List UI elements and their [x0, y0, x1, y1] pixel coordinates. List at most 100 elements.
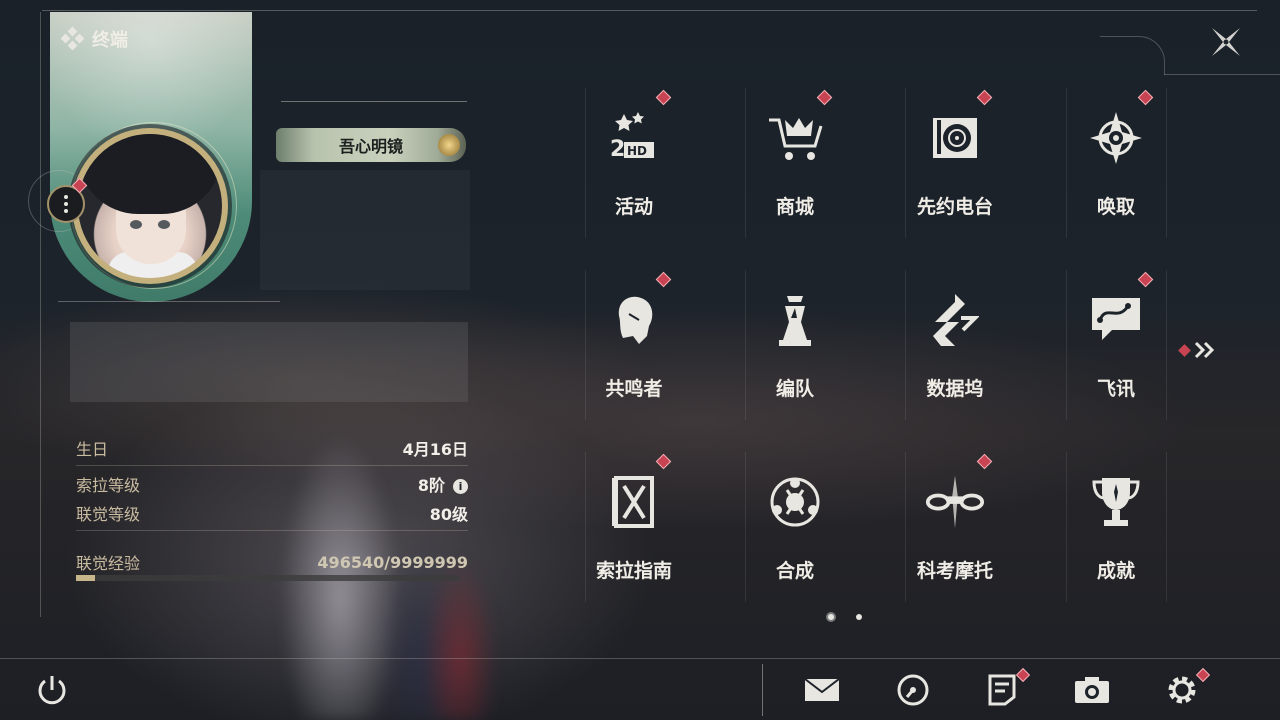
resonator-portrait-icon	[604, 290, 664, 350]
menu-item-label: 编队	[775, 378, 814, 400]
notification-dot	[655, 271, 672, 288]
notification-dot	[976, 453, 993, 470]
grid-divider	[1166, 270, 1167, 420]
notification-dot	[816, 89, 833, 106]
compass-star-icon	[1086, 108, 1146, 168]
close-button[interactable]	[1206, 22, 1246, 62]
menu-item[interactable]: 共鸣者	[574, 270, 694, 420]
frame-left-line	[40, 12, 41, 617]
next-page-button[interactable]	[1178, 338, 1224, 362]
camera-icon	[1075, 677, 1109, 703]
menu-item-label: 合成	[775, 560, 814, 582]
title-badge-label: 吾心明镜	[338, 137, 403, 156]
svg-text:2: 2	[610, 137, 625, 162]
terminal-icon	[60, 26, 85, 51]
menu-item-label: 唤取	[1096, 196, 1135, 218]
notification-dot	[1137, 271, 1154, 288]
clock-dial-icon	[897, 674, 929, 706]
menu-item[interactable]: 唤取	[1056, 88, 1176, 238]
info-icon[interactable]: i	[453, 479, 468, 494]
grid-divider	[905, 452, 906, 602]
notification-dot	[976, 89, 993, 106]
header: 终端	[60, 26, 128, 52]
menu-item-label: 科考摩托	[916, 560, 993, 582]
page-indicator	[828, 614, 862, 620]
menu-item-label: 数据坞	[926, 378, 984, 400]
grid-divider	[585, 88, 586, 238]
menu-item[interactable]: 索拉指南	[574, 452, 694, 602]
frame-bottom-line	[0, 658, 1280, 659]
message-icon	[1086, 290, 1146, 350]
guide-book-icon	[604, 472, 664, 532]
more-dot	[64, 195, 68, 199]
stat-divider	[76, 530, 468, 531]
stat-value: 8阶	[417, 476, 445, 495]
trophy-icon	[1086, 472, 1146, 532]
bottom-bar-divider	[762, 664, 763, 716]
stat-label: 索拉等级	[76, 476, 141, 495]
signature-box[interactable]	[70, 322, 468, 402]
stat-sola-level: 索拉等级 8阶 i	[76, 472, 468, 496]
mail-button[interactable]	[802, 670, 842, 710]
menu-item[interactable]: 商城	[735, 88, 855, 238]
notification-dot	[1015, 667, 1031, 683]
close-icon	[1212, 28, 1240, 56]
experience-progress-bar	[76, 575, 460, 581]
double-chevron-right-icon	[1194, 341, 1215, 359]
menu-item[interactable]: 先约电台	[895, 88, 1015, 238]
shop-crown-cart-icon	[765, 108, 825, 168]
menu-item[interactable]: 成就	[1056, 452, 1176, 602]
stat-divider	[76, 465, 468, 466]
menu-item[interactable]: 编队	[735, 270, 855, 420]
menu-item-label: 共鸣者	[605, 378, 663, 400]
avatar[interactable]	[78, 134, 222, 278]
radio-record-icon	[925, 108, 985, 168]
settings-button[interactable]	[1162, 667, 1211, 710]
event-2hd-icon: 2 HD	[604, 108, 664, 168]
notification-dot	[1137, 89, 1154, 106]
camera-button[interactable]	[1072, 670, 1112, 710]
team-chess-icon	[765, 290, 825, 350]
avatar-hair	[78, 134, 222, 214]
power-button[interactable]	[34, 672, 70, 708]
grid-divider	[905, 88, 906, 238]
notification-dot	[1178, 343, 1191, 357]
menu-item[interactable]: 科考摩托	[895, 452, 1015, 602]
grid-divider	[745, 270, 746, 420]
frame-corner-arc	[1100, 36, 1165, 75]
svg-text:HD: HD	[627, 144, 647, 158]
notice-button[interactable]	[982, 667, 1031, 710]
grid-divider	[585, 452, 586, 602]
menu-item-label: 活动	[614, 196, 653, 218]
menu-item-label: 成就	[1096, 560, 1135, 582]
notification-dot	[655, 89, 672, 106]
page-title: 终端	[92, 30, 128, 51]
notice-icon	[988, 674, 1016, 706]
stat-value: 4月16日	[402, 440, 468, 459]
title-badge[interactable]: 吾心明镜	[276, 128, 466, 162]
more-dot	[64, 209, 68, 213]
menu-item[interactable]: 数据坞	[895, 270, 1015, 420]
notification-dot	[655, 453, 672, 470]
name-underline	[281, 101, 467, 102]
stat-value: 496540/9999999	[317, 552, 468, 572]
grid-divider	[1166, 452, 1167, 602]
stat-synesthesia-level: 联觉等级 80级	[76, 501, 468, 525]
menu-item-label: 先约电台	[916, 196, 993, 218]
name-area	[260, 170, 470, 290]
stat-label: 联觉经验	[76, 554, 141, 573]
grid-divider	[1166, 88, 1167, 238]
grid-divider	[745, 452, 746, 602]
grid-divider	[1066, 452, 1067, 602]
page-dot[interactable]	[856, 614, 862, 620]
menu-item[interactable]: 飞讯	[1056, 270, 1176, 420]
badge-gem-icon	[438, 134, 460, 156]
clock-button[interactable]	[893, 670, 933, 710]
page-dot[interactable]	[828, 614, 834, 620]
avatar-eye-left	[130, 220, 142, 229]
grid-divider	[745, 88, 746, 238]
menu-item[interactable]: 合成	[735, 452, 855, 602]
grid-divider	[1066, 270, 1067, 420]
menu-item[interactable]: 2 HD 活动	[574, 88, 694, 238]
stat-birthday: 生日 4月16日	[76, 436, 468, 460]
